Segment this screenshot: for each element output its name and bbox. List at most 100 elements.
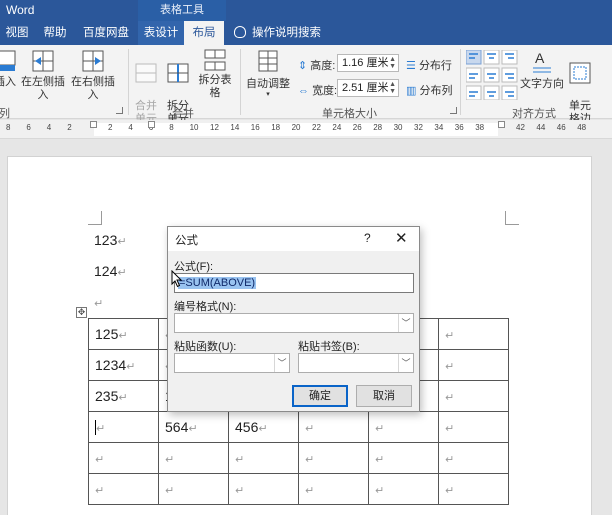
table-cell[interactable]: 564↵ [158,411,229,443]
paragraph-mark: ↵ [445,392,455,404]
ribbon-tab-strip: 视图 帮助 百度网盘 表设计 布局 操作说明搜索 [0,21,612,45]
rows-columns-launcher[interactable] [116,107,123,114]
tab-layout[interactable]: 布局 [184,21,224,45]
table-cell[interactable]: ↵ [158,473,229,505]
alignment-grid [465,49,518,101]
distribute-rows-label: 分布行 [418,60,452,72]
insert-below-button[interactable]: 插入 [0,49,18,89]
table-cell[interactable]: 125↵ [88,318,159,350]
table-cell[interactable]: ↵ [368,473,439,505]
cancel-button[interactable]: 取消 [356,385,412,407]
table-cell[interactable]: ↵ [88,442,159,474]
number-format-select[interactable]: ﹀ [174,313,414,333]
chevron-down-icon[interactable]: ﹀ [398,354,413,372]
ruler-tick-label: 2 [108,123,113,132]
table-cell[interactable]: ↵ [368,442,439,474]
autofit-icon [258,50,278,72]
paragraph-mark: ↵ [165,454,175,466]
width-label: 宽度: [312,85,338,97]
table-cell[interactable]: 1234↵ [88,349,159,381]
table-cell[interactable]: ↵ [88,473,159,505]
split-table-icon [204,49,226,71]
horizontal-ruler[interactable]: 8642246810121416182022242628303234363842… [0,120,612,139]
cell-text: 564 [165,419,189,435]
insert-left-button[interactable]: 在左侧插入 [18,49,68,102]
right-indent-marker[interactable] [498,121,505,128]
table-cell[interactable]: ↵ [438,318,509,350]
table-cell[interactable]: 456↵ [228,411,299,443]
width-field-row: ⇔ 宽度: [298,82,337,98]
split-table-button[interactable]: 拆分表格 [194,49,236,100]
paragraph-mark: ↵ [96,423,106,435]
tab-view[interactable]: 视图 [0,21,34,45]
ok-button[interactable]: 确定 [292,385,348,407]
help-button[interactable]: ? [364,231,371,245]
tab-baidu-netdisk[interactable]: 百度网盘 [76,21,136,45]
chevron-down-icon[interactable]: ﹀ [274,354,289,372]
rows-columns-group-label: 列 [0,108,10,120]
svg-text:A: A [535,50,545,66]
paragraph-mark: ↵ [445,423,455,435]
table-cell[interactable]: ↵ [438,473,509,505]
table-cell[interactable]: ↵ [228,473,299,505]
paragraph-mark: ↵ [94,298,104,310]
paragraph-mark: ↵ [165,485,175,497]
paragraph-mark: ↵ [188,423,198,435]
ruler-tick-label: 48 [577,123,587,132]
tab-help[interactable]: 帮助 [36,21,74,45]
tell-me-search[interactable]: 操作说明搜索 [234,21,321,45]
table-cell[interactable]: ↵ [228,442,299,474]
cell-size-launcher[interactable] [450,107,457,114]
formula-input[interactable]: =SUM(ABOVE) [174,273,414,293]
table-cell[interactable]: ↵ [368,411,439,443]
left-indent-marker[interactable] [90,121,97,128]
column-width-spinner[interactable]: 2.51 厘米 ▲ ▼ [337,79,399,97]
spinner-arrows-icon[interactable]: ▲ ▼ [389,81,396,95]
table-cell[interactable]: ↵ [438,380,509,412]
table-cell[interactable]: ↵ [158,442,229,474]
number-format-label: 编号格式(N): [174,301,237,313]
ruler-tick-label: 10 [189,123,199,132]
autofit-button[interactable]: 自动调整 ▾ [244,49,292,98]
paragraph-mark: ↵ [445,361,455,373]
table-cell[interactable]: ↵ [438,411,509,443]
ruler-tick-label: 12 [210,123,219,132]
column-marker[interactable] [148,121,155,128]
ribbon-separator [240,49,241,115]
table-cell[interactable]: ↵ [438,442,509,474]
alignment-buttons-icon[interactable] [465,49,518,101]
distribute-columns-button[interactable]: ▥ 分布列 [406,82,452,98]
chevron-down-icon[interactable]: ﹀ [398,314,413,332]
insert-right-button[interactable]: 在右侧插入 [68,49,118,102]
paste-function-select[interactable]: ﹀ [174,353,290,373]
ruler-tick-label: 44 [536,123,546,132]
paste-bookmark-select[interactable]: ﹀ [298,353,414,373]
paragraph-mark: ↵ [375,485,385,497]
paragraph-line: ↵ [94,294,103,310]
ruler-tick-label: 22 [312,123,321,132]
row-height-icon: ⇕ [298,60,308,72]
tab-table-design[interactable]: 表设计 [138,21,184,45]
height-label: 高度: [310,60,336,72]
text-direction-button[interactable]: A 文字方向 [520,49,564,91]
ruler-tick-label: 4 [128,123,133,132]
paragraph-mark: ↵ [375,454,385,466]
table-cell[interactable]: ↵ [298,473,369,505]
distribute-rows-button[interactable]: ☰ 分布行 [406,57,452,73]
ruler-tick-label: 24 [332,123,342,132]
spinner-arrows-icon[interactable]: ▲ ▼ [389,56,396,70]
table-tools-context-label: 表格工具 [138,0,226,21]
table-cell[interactable]: ↵ [298,442,369,474]
table-cell[interactable]: 235↵ [88,380,159,412]
row-height-spinner[interactable]: 1.16 厘米 ▲ ▼ [337,54,399,72]
table-move-handle-icon[interactable]: ✥ [76,307,87,318]
paragraph-mark: ↵ [305,485,315,497]
paragraph-mark: ↵ [305,423,315,435]
ruler-tick-label: 14 [230,123,240,132]
table-cell[interactable]: ↵ [298,411,369,443]
close-button[interactable]: ✕ [395,229,408,247]
table-cell[interactable]: ↵ [88,411,159,443]
ruler-tick-label: 36 [454,123,464,132]
paragraph-mark: ↵ [126,361,136,373]
table-cell[interactable]: ↵ [438,349,509,381]
